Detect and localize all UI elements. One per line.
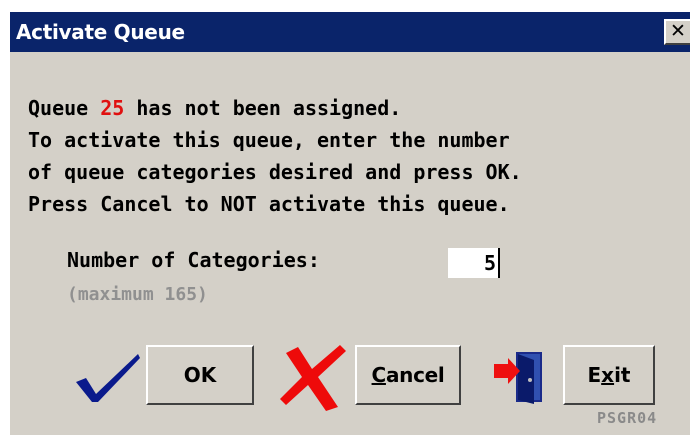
exit-label-suffix: it — [614, 363, 631, 387]
message-text: Queue 25 has not been assigned. To activ… — [28, 92, 522, 220]
close-button[interactable]: ✕ — [664, 19, 690, 45]
exit-button[interactable]: Exit — [563, 345, 655, 405]
exit-mnemonic: x — [601, 363, 615, 387]
title-bar: Activate Queue ✕ — [10, 12, 690, 52]
message-line3: of queue categories desired and press OK… — [28, 160, 522, 184]
activate-queue-dialog: Activate Queue ✕ Queue 25 has not been a… — [8, 10, 690, 435]
message-line1-suffix: has not been assigned. — [124, 96, 402, 120]
message-line2: To activate this queue, enter the number — [28, 128, 510, 152]
ok-button[interactable]: OK — [146, 345, 254, 405]
red-x-icon — [280, 345, 346, 411]
message-line1-prefix: Queue — [28, 96, 101, 120]
checkmark-icon — [76, 354, 140, 402]
categories-input[interactable] — [448, 248, 500, 278]
close-icon: ✕ — [670, 20, 686, 42]
exit-door-icon — [494, 352, 542, 404]
cancel-mnemonic: C — [371, 363, 387, 387]
cancel-button[interactable]: Cancel — [355, 345, 461, 405]
message-line4: Press Cancel to NOT activate this queue. — [28, 192, 510, 216]
exit-label-prefix: E — [587, 363, 602, 387]
queue-number: 25 — [100, 96, 125, 120]
ok-label: OK — [183, 363, 217, 387]
cancel-label-suffix: ancel — [385, 363, 445, 387]
max-categories-note: (maximum 165) — [67, 284, 208, 305]
dialog-title: Activate Queue — [16, 20, 185, 44]
categories-label: Number of Categories: — [67, 248, 320, 272]
screen-code: PSGR04 — [597, 409, 658, 427]
